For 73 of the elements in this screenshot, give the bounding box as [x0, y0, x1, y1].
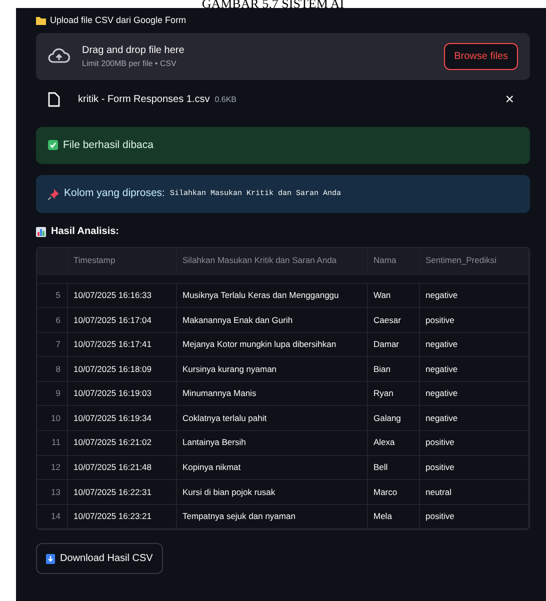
- row-index: 12: [37, 455, 67, 480]
- row-index: 14: [37, 504, 67, 529]
- table-cell: 10/07/2025 16:23:21: [67, 504, 176, 529]
- file-size: 0.6KB: [214, 94, 236, 104]
- check-icon: [48, 140, 58, 150]
- table-cell: Alexa: [367, 430, 419, 456]
- row-index: 5: [37, 283, 67, 308]
- table-cell: 10/07/2025 16:21:02: [67, 430, 176, 456]
- alert-text: Kolom yang diproses:: [64, 186, 165, 202]
- drop-title: Drag and drop file here: [82, 44, 184, 58]
- table-cell: Kopinya nikmat: [176, 455, 367, 480]
- file-name: kritik - Form Responses 1.csv: [78, 94, 210, 104]
- cloud-upload-icon: [48, 48, 70, 64]
- table-cell: 10/07/2025 16:19:03: [67, 381, 176, 406]
- table-cell: positive: [419, 430, 528, 456]
- table-cell: 10/07/2025 16:18:09: [67, 356, 176, 382]
- table-cell: Damar: [367, 332, 419, 357]
- table-cell: negative: [419, 332, 528, 357]
- table-cell: Kursi di bian pojok rusak: [176, 480, 367, 504]
- row-index: 10: [37, 406, 67, 431]
- table-cell: Musiknya Terlalu Keras dan Mengganggu: [176, 283, 367, 308]
- table-cell: Minumannya Manis: [176, 381, 367, 406]
- row-index: 7: [37, 332, 67, 357]
- table-cell: 10/07/2025 16:21:48: [67, 455, 176, 480]
- bar-chart-icon: [36, 226, 46, 236]
- table-cell: Coklatnya terlalu pahit: [176, 406, 367, 431]
- table-cell: Mela: [367, 504, 419, 529]
- close-button[interactable]: ×: [501, 92, 518, 106]
- table-cell: Wan: [367, 283, 419, 308]
- table-cell: 10/07/2025 16:16:33: [67, 283, 176, 308]
- table-cell: Ryan: [367, 381, 419, 406]
- table-cell: negative: [419, 356, 528, 382]
- table-cell: 10/07/2025 16:17:41: [67, 332, 176, 357]
- row-index: 6: [37, 308, 67, 332]
- table-cell: positive: [419, 308, 528, 332]
- table-cell: negative: [419, 381, 528, 406]
- file-icon: [48, 92, 60, 106]
- row-index: 13: [37, 480, 67, 504]
- table-cell: Lantainya Bersih: [176, 430, 367, 456]
- drop-zone[interactable]: Drag and drop file here Limit 200MB per file • CSV Browse files: [36, 32, 530, 80]
- browse-files-button[interactable]: Browse files: [444, 42, 518, 70]
- column-header[interactable]: Timestamp: [67, 248, 176, 274]
- table-cell: negative: [419, 283, 528, 308]
- table-cell: negative: [419, 406, 528, 431]
- download-icon: [46, 554, 55, 564]
- section-title: Hasil Analisis:: [51, 225, 119, 239]
- row-index: 11: [37, 430, 67, 456]
- table-cell: neutral: [419, 480, 528, 504]
- table-cell: Makanannya Enak dan Gurih: [176, 308, 367, 332]
- table-cell: positive: [419, 455, 528, 480]
- table-cell: Bell: [367, 455, 419, 480]
- drop-hint: Limit 200MB per file • CSV: [82, 58, 178, 70]
- row-index: 8: [37, 356, 67, 382]
- pushpin-icon: [48, 188, 59, 200]
- alert-text: File berhasil dibaca: [63, 138, 154, 152]
- column-header[interactable]: Sentimen_Prediksi: [419, 248, 528, 274]
- table-cell: Galang: [367, 406, 419, 431]
- table-cell: 10/07/2025 16:17:04: [67, 308, 176, 332]
- row-index: 9: [37, 381, 67, 406]
- column-header[interactable]: Silahkan Masukan Kritik dan Saran Anda: [176, 248, 367, 274]
- table-cell: Marco: [367, 480, 419, 504]
- table-cell: positive: [419, 504, 528, 529]
- table-cell: Tempatnya sejuk dan nyaman: [176, 504, 367, 529]
- column-header[interactable]: Nama: [367, 248, 419, 274]
- folder-icon: [36, 16, 46, 26]
- table-cell: Kursinya kurang nyaman: [176, 356, 367, 382]
- table-cell: Bian: [367, 356, 419, 382]
- download-button[interactable]: Download Hasil CSV: [36, 543, 163, 574]
- table-cell: Caesar: [367, 308, 419, 332]
- table-cell: 10/07/2025 16:19:34: [67, 406, 176, 431]
- table-cell: Mejanya Kotor mungkin lupa dibersihkan: [176, 332, 367, 357]
- table-cell: 10/07/2025 16:22:31: [67, 480, 176, 504]
- uploader-label: Upload file CSV dari Google Form: [50, 14, 186, 27]
